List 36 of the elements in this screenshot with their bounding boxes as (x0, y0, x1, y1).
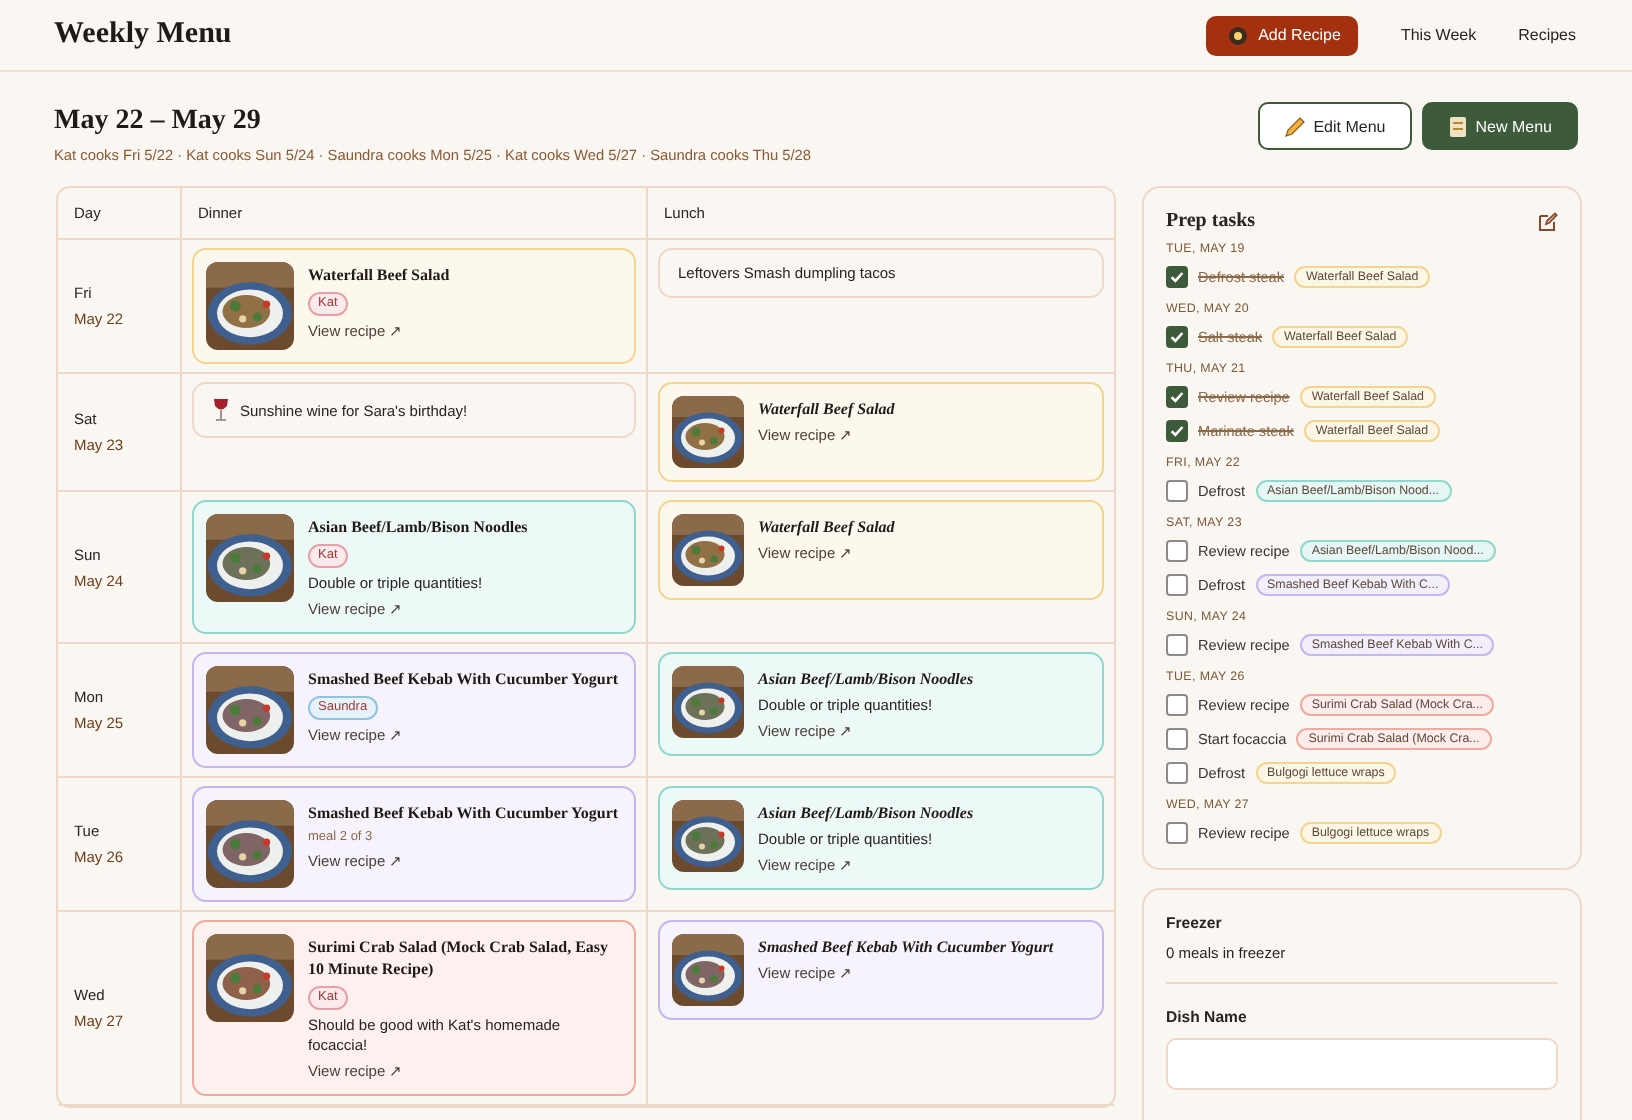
scroll-icon (1447, 115, 1468, 137)
task-checkbox[interactable] (1166, 420, 1188, 442)
task-checkbox[interactable] (1166, 822, 1188, 844)
pencil-icon (1283, 115, 1306, 137)
recipe-title: Smashed Beef Kebab With Cucumber Yogurt (308, 668, 619, 690)
edit-icon[interactable] (1538, 211, 1558, 231)
recipe-title: Waterfall Beef Salad (758, 398, 895, 420)
recipe-title: Smashed Beef Kebab With Cucumber Yogurt (308, 802, 619, 824)
task-checkbox[interactable] (1166, 326, 1188, 348)
add-recipe-button[interactable]: Add Recipe (1206, 15, 1359, 55)
task-checkbox[interactable] (1166, 762, 1188, 784)
task-checkbox[interactable] (1166, 694, 1188, 716)
task-checkbox[interactable] (1166, 540, 1188, 562)
task-checkbox[interactable] (1166, 634, 1188, 656)
recipe-title: Asian Beef/Lamb/Bison Noodles (308, 516, 528, 538)
nav-link[interactable]: Recipes (1518, 26, 1576, 44)
pan-icon (1228, 25, 1249, 45)
recipe-title: Surimi Crab Salad (Mock Crab Salad, Easy 10 Minute Recipe) (308, 936, 611, 980)
panel-title: Prep tasks (1166, 210, 1256, 232)
recipe-title: Waterfall Beef Salad (308, 264, 450, 286)
task-checkbox[interactable] (1166, 574, 1188, 596)
recipe-title: Asian Beef/Lamb/Bison Noodles (758, 802, 974, 824)
edit-menu-button[interactable]: Edit Menu (1257, 102, 1412, 150)
new-menu-button[interactable]: New Menu (1421, 102, 1578, 150)
week-title: May 22 – May 29 (54, 106, 263, 138)
task-checkbox[interactable] (1166, 480, 1188, 502)
dish-name-field[interactable] (1166, 1038, 1558, 1090)
wine-glass-icon (212, 398, 230, 422)
recipe-title: Asian Beef/Lamb/Bison Noodles (758, 668, 974, 690)
recipe-title: Waterfall Beef Salad (758, 516, 895, 538)
app-title: Weekly Menu (54, 18, 232, 52)
task-checkbox[interactable] (1166, 386, 1188, 408)
task-checkbox[interactable] (1166, 266, 1188, 288)
recipe-title: Smashed Beef Kebab With Cucumber Yogurt (758, 936, 1054, 958)
nav-link[interactable]: This Week (1400, 26, 1477, 44)
task-checkbox[interactable] (1166, 728, 1188, 750)
